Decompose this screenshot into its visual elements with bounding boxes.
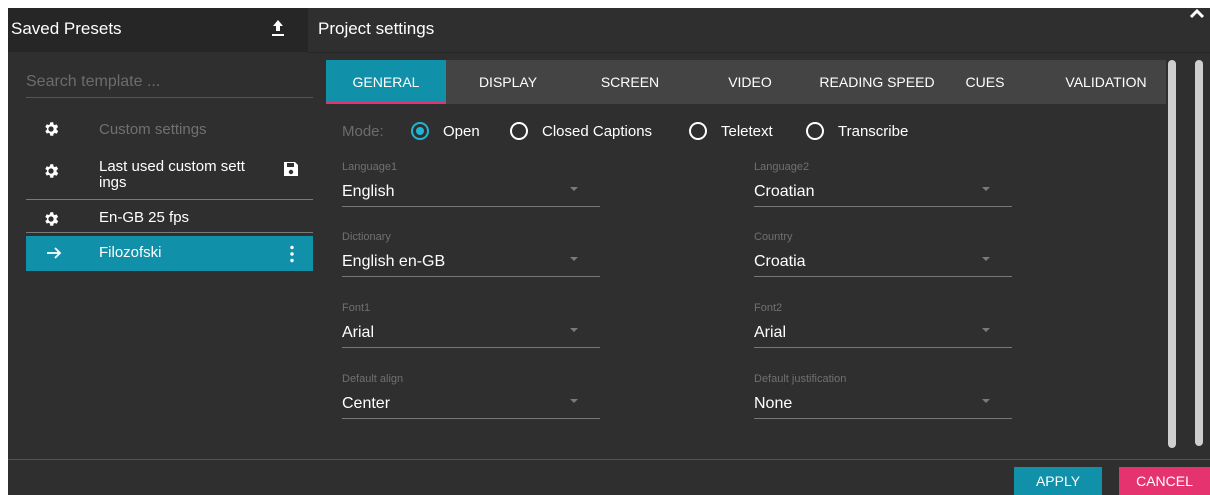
default-align-select[interactable]: Default align Center	[342, 373, 600, 419]
project-settings-dialog: Saved Presets Project settings Custom se…	[8, 8, 1210, 495]
field-value: English en-GB	[342, 253, 446, 270]
tab-general[interactable]: GENERAL	[326, 60, 446, 104]
dropdown-arrow-icon	[570, 399, 578, 403]
scrollbar-thumb[interactable]	[1168, 60, 1176, 448]
field-underline	[342, 206, 600, 207]
preset-label: En-GB 25 fps	[99, 209, 190, 226]
saved-presets-title: Saved Presets	[11, 19, 122, 38]
field-label: Font1	[342, 302, 371, 314]
dropdown-arrow-icon	[982, 328, 990, 332]
preset-label: Custom settings	[99, 121, 207, 138]
dropdown-arrow-icon	[570, 257, 578, 261]
header-divider	[308, 52, 1210, 53]
radio-button-unchecked-icon	[510, 122, 528, 140]
font2-select[interactable]: Font2 Arial	[754, 302, 1012, 348]
default-justification-select[interactable]: Default justification None	[754, 373, 1012, 419]
gear-icon	[45, 164, 59, 178]
dropdown-arrow-icon	[570, 328, 578, 332]
field-value: None	[754, 395, 793, 412]
radio-label: Transcribe	[838, 123, 909, 140]
dropdown-arrow-icon	[982, 399, 990, 403]
country-select[interactable]: Country Croatia	[754, 231, 1012, 277]
dropdown-arrow-icon	[570, 187, 578, 191]
tab-display[interactable]: DISPLAY	[459, 60, 557, 104]
language1-select[interactable]: Language1 English	[342, 161, 600, 207]
close-icon[interactable]	[1188, 8, 1206, 22]
radio-button-unchecked-icon	[689, 122, 707, 140]
field-underline	[342, 276, 600, 277]
language2-select[interactable]: Language2 Croatian	[754, 161, 1012, 207]
field-underline	[754, 206, 1012, 207]
field-label: Country	[754, 231, 793, 243]
field-label: Font2	[754, 302, 783, 314]
arrow-right-icon	[47, 247, 62, 259]
field-label: Dictionary	[342, 231, 391, 243]
apply-button[interactable]: APPLY	[1014, 467, 1102, 495]
save-icon[interactable]	[283, 161, 299, 177]
field-underline	[754, 276, 1012, 277]
preset-item-custom-settings[interactable]: Custom settings	[26, 118, 313, 146]
field-label: Default align	[342, 373, 404, 385]
field-underline	[342, 347, 600, 348]
dialog-scrollbar-thumb[interactable]	[1195, 60, 1203, 446]
field-value: Center	[342, 395, 391, 412]
saved-presets-header: Saved Presets	[8, 8, 308, 52]
radio-label: Closed Captions	[542, 123, 653, 140]
field-underline	[754, 347, 1012, 348]
field-label: Language1	[342, 161, 398, 173]
gear-icon	[45, 212, 59, 226]
tab-cues[interactable]: CUES	[955, 60, 1015, 104]
field-value: Croatian	[754, 183, 815, 200]
preset-item-last-used[interactable]: Last used custom sett ings	[26, 154, 313, 200]
gear-icon	[45, 122, 59, 136]
tab-screen[interactable]: SCREEN	[581, 60, 679, 104]
field-label: Default justification	[754, 373, 847, 385]
field-value: English	[342, 183, 395, 200]
dropdown-arrow-icon	[982, 257, 990, 261]
search-template-input[interactable]	[26, 66, 313, 98]
preset-label: Filozofski	[99, 244, 162, 261]
radio-button-unchecked-icon	[806, 122, 824, 140]
field-value: Croatia	[754, 253, 806, 270]
preset-label: Last used custom sett ings	[99, 158, 245, 191]
preset-item-filozofski[interactable]: Filozofski	[26, 236, 313, 271]
field-underline	[754, 418, 1012, 419]
radio-label: Teletext	[721, 123, 773, 140]
font1-select[interactable]: Font1 Arial	[342, 302, 600, 348]
footer-divider	[8, 459, 1210, 460]
tab-video[interactable]: VIDEO	[701, 60, 799, 104]
radio-label: Open	[443, 123, 480, 140]
tab-validation[interactable]: VALIDATION	[1046, 60, 1166, 104]
project-settings-title: Project settings	[318, 19, 435, 38]
field-underline	[342, 418, 600, 419]
dictionary-select[interactable]: Dictionary English en-GB	[342, 231, 600, 277]
preset-item-en-gb[interactable]: En-GB 25 fps	[26, 201, 313, 233]
field-value: Arial	[754, 324, 787, 341]
dropdown-arrow-icon	[982, 187, 990, 191]
upload-icon[interactable]	[269, 16, 287, 42]
field-label: Language2	[754, 161, 810, 173]
mode-label: Mode:	[342, 123, 384, 140]
field-value: Arial	[342, 324, 375, 341]
radio-button-checked-icon	[411, 122, 429, 140]
tab-reading-speed[interactable]: READING SPEED	[803, 60, 951, 104]
cancel-button[interactable]: CANCEL	[1119, 467, 1210, 495]
more-vert-icon[interactable]	[290, 245, 294, 263]
settings-tab-bar: GENERAL DISPLAY SCREEN VIDEO READING SPE…	[326, 60, 1166, 104]
